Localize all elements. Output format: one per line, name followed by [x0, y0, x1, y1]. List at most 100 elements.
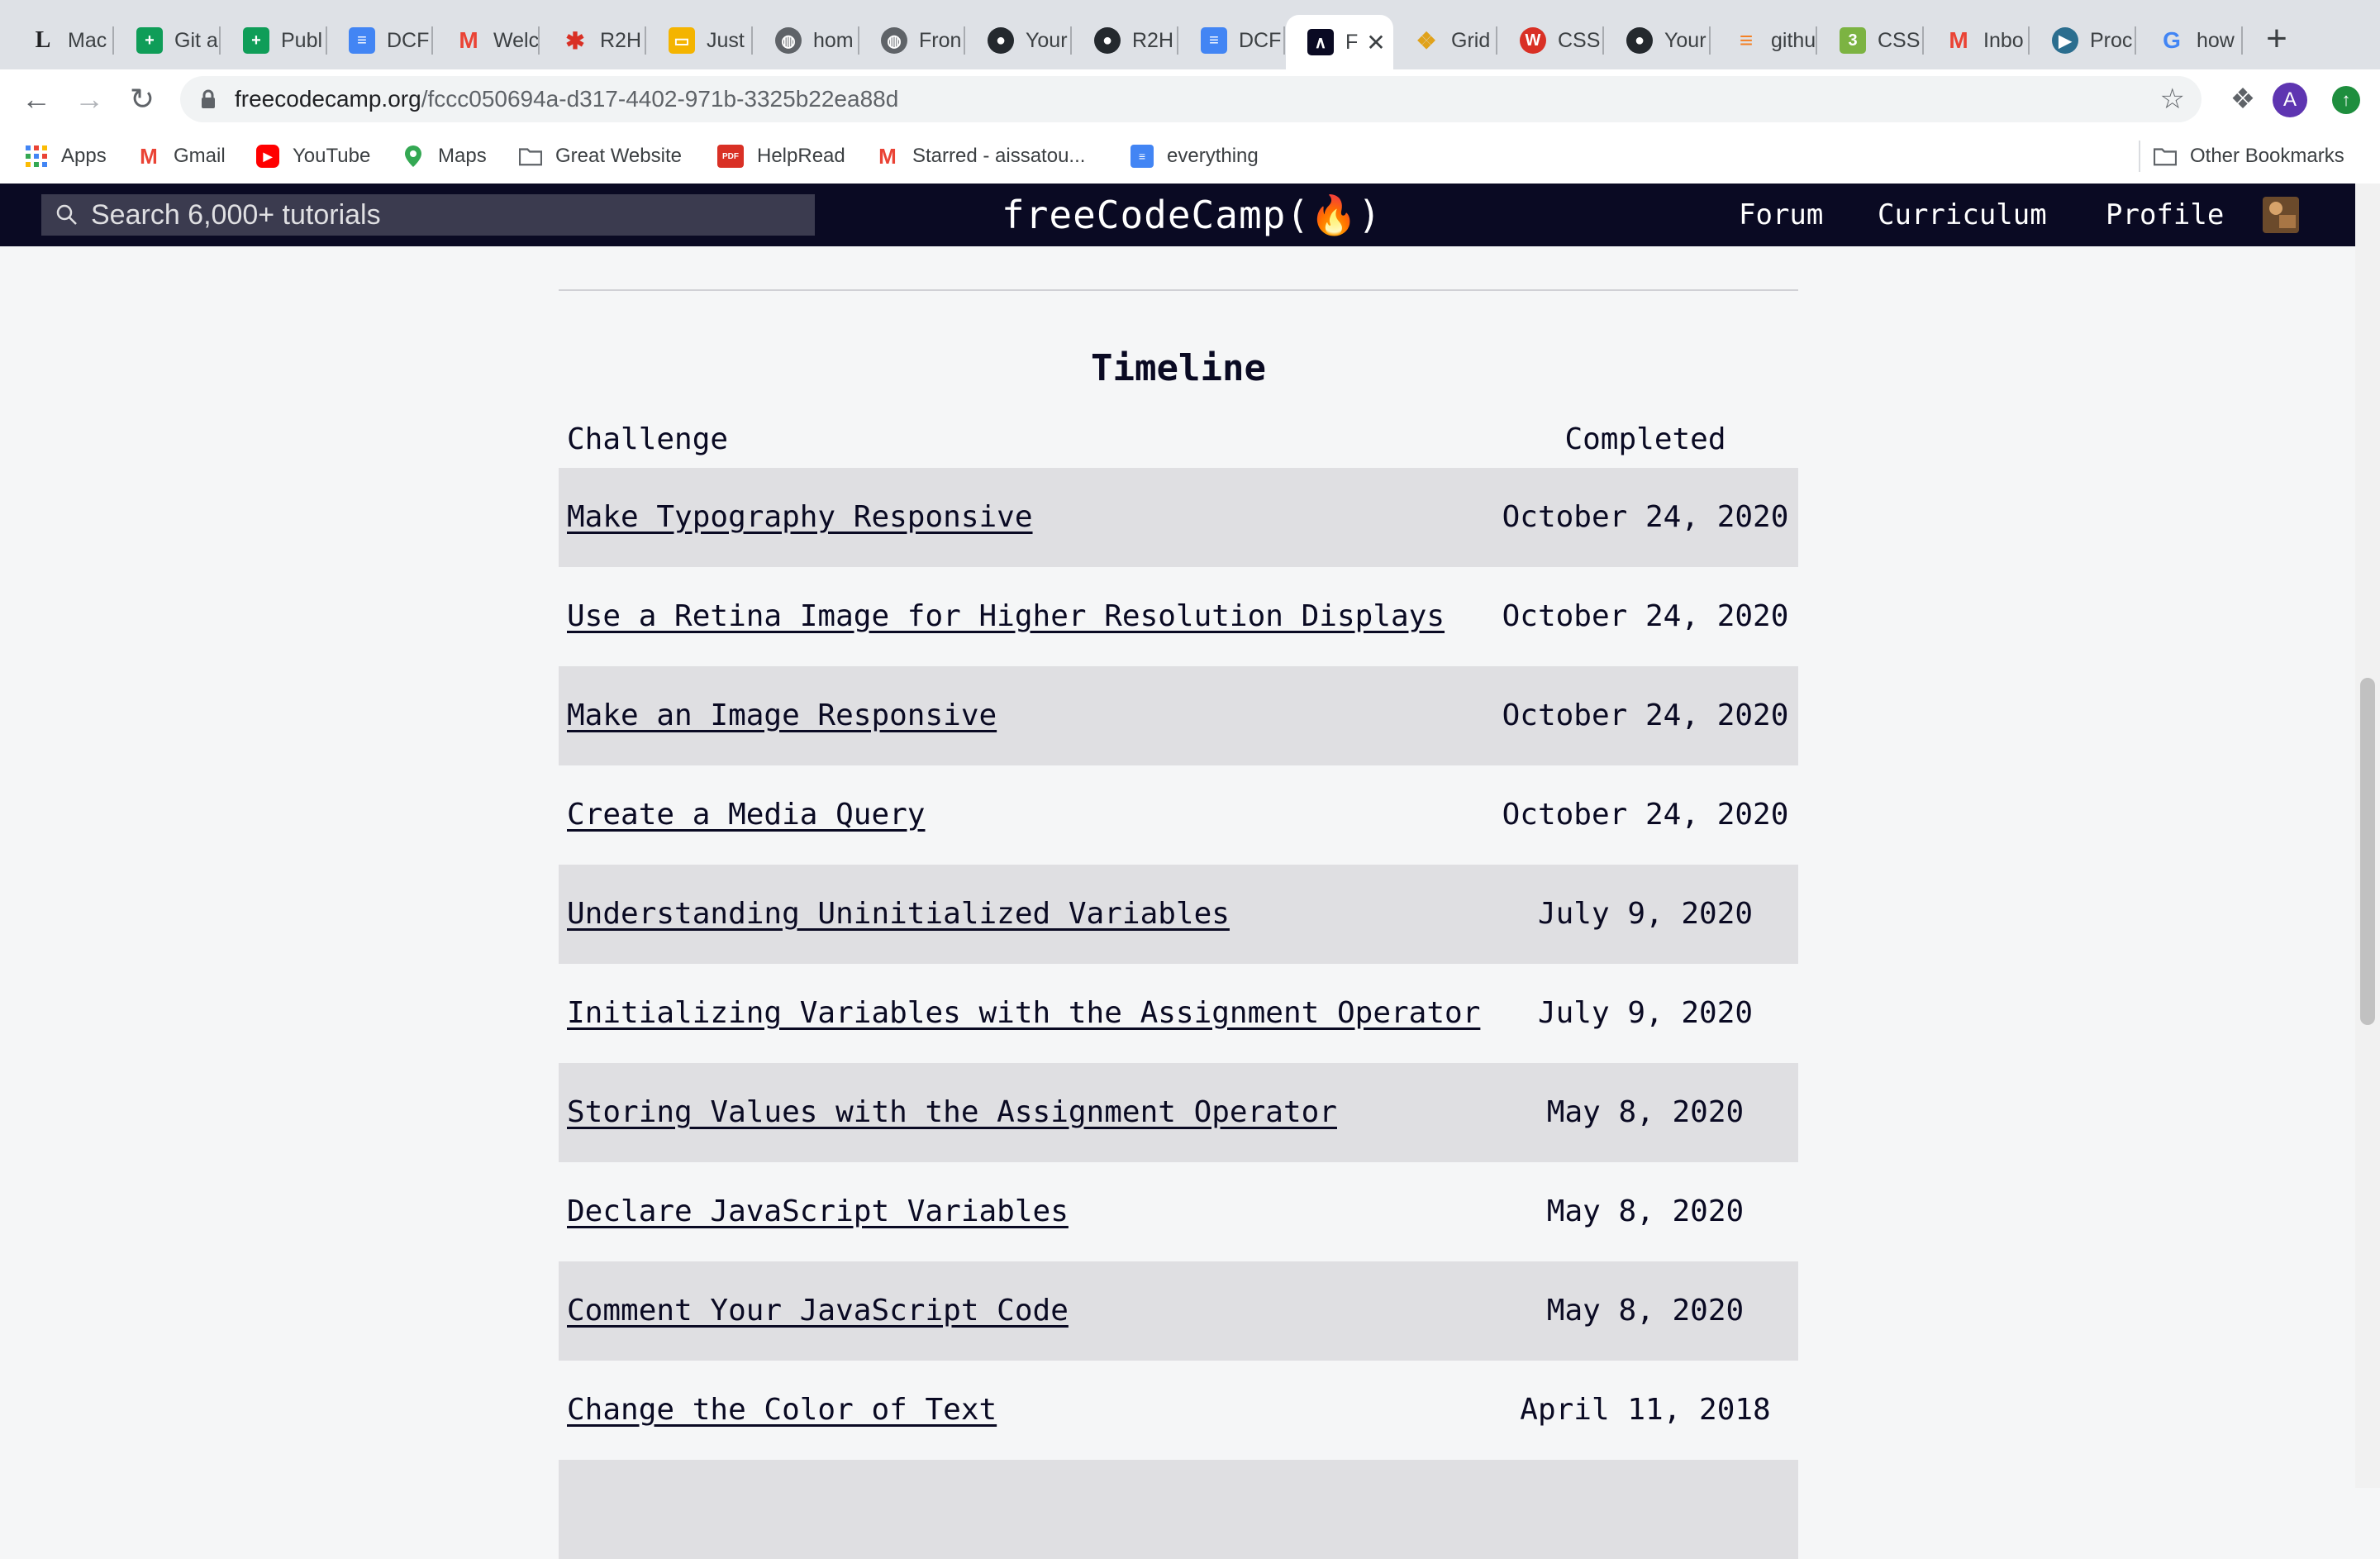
challenge-link[interactable]: Change the Color of Text: [567, 1361, 997, 1460]
slides-favicon-icon: ▭: [669, 27, 695, 54]
browser-tab[interactable]: ● Your: [966, 17, 1072, 64]
other-bookmarks[interactable]: Other Bookmarks: [2154, 129, 2344, 184]
browser-tab[interactable]: M Welc: [434, 17, 540, 64]
bookmark-starred[interactable]: M Starred - aissatou...: [876, 129, 1085, 184]
tab-title: Grid: [1451, 28, 1491, 52]
challenge-link[interactable]: Make Typography Responsive: [567, 468, 1033, 567]
css3-favicon-icon: 3: [1840, 27, 1866, 54]
challenge-link[interactable]: Comment Your JavaScript Code: [567, 1261, 1069, 1361]
back-arrow-icon[interactable]: ←: [17, 79, 56, 119]
challenge-link[interactable]: Storing Values with the Assignment Opera…: [567, 1063, 1337, 1162]
bookmark-helpread[interactable]: PDF HelpRead: [717, 129, 845, 184]
browser-tab[interactable]: ≡ githu: [1711, 17, 1817, 64]
challenge-link[interactable]: Create a Media Query: [567, 765, 925, 865]
folder-icon: [2154, 145, 2177, 168]
bookmark-label: everything: [1167, 145, 1259, 167]
table-row: [559, 1460, 1798, 1559]
tab-title: CSS: [1878, 28, 1921, 52]
google-favicon-icon: G: [2163, 27, 2181, 53]
bookmark-label: Great Website: [555, 145, 682, 167]
browser-tab[interactable]: M Inbo: [1924, 17, 2030, 64]
challenge-link[interactable]: Make an Image Responsive: [567, 666, 997, 765]
stackoverflow-favicon-icon: ≡: [1739, 27, 1754, 53]
bookmark-everything[interactable]: ≡ everything: [1130, 129, 1259, 184]
browser-tab[interactable]: 3 CSS: [1818, 17, 1924, 64]
completed-date: October 24, 2020: [1502, 698, 1789, 732]
challenge-link[interactable]: Declare JavaScript Variables: [567, 1162, 1069, 1261]
browser-tab[interactable]: Ghow: [2137, 17, 2243, 64]
browser-tab[interactable]: + Publ: [221, 17, 327, 64]
browser-tab[interactable]: L Mac: [8, 17, 114, 64]
close-tab-icon[interactable]: ✕: [1366, 29, 1385, 56]
browser-tab[interactable]: ● R2H: [1073, 17, 1178, 64]
nav-forum-link[interactable]: Forum: [1739, 184, 1823, 246]
browser-tab[interactable]: ▭ Just: [647, 17, 753, 64]
user-avatar[interactable]: [2263, 197, 2299, 233]
fcc-favicon-icon: ∧: [1307, 29, 1334, 55]
docs-icon: ≡: [1130, 145, 1154, 168]
bookmark-label: Apps: [61, 145, 107, 167]
completed-date: July 9, 2020: [1537, 996, 1754, 1030]
bookmark-maps[interactable]: Maps: [402, 129, 487, 184]
table-row: Change the Color of Text April 11, 2018: [559, 1361, 1798, 1460]
folder-icon: [519, 145, 542, 168]
bookmark-label: Gmail: [174, 145, 226, 167]
address-bar[interactable]: freecodecamp.org/fccc050694a-d317-4402-9…: [180, 76, 2202, 122]
browser-tab-active[interactable]: ∧ F ✕: [1286, 15, 1393, 69]
bookmark-label: YouTube: [293, 145, 371, 167]
youtube-icon: ▶: [256, 145, 279, 168]
bookmark-gmail[interactable]: M Gmail: [137, 129, 226, 184]
column-header-challenge: Challenge: [567, 422, 729, 456]
tab-title: Your: [1026, 28, 1068, 52]
bookmark-star-icon[interactable]: ☆: [2160, 83, 2185, 116]
nav-curriculum-link[interactable]: Curriculum: [1878, 184, 2047, 246]
github-favicon-icon: ●: [1626, 27, 1653, 54]
tab-title: DCF: [387, 28, 430, 52]
browser-toolbar: ← → ↻ freecodecamp.org/fccc050694a-d317-…: [0, 69, 2380, 129]
tab-title: DCF: [1239, 28, 1282, 52]
new-tab-button[interactable]: +: [2256, 18, 2297, 60]
bookmark-youtube[interactable]: ▶ YouTube: [256, 129, 370, 184]
fcc-logo[interactable]: freeCodeCamp(🔥): [1002, 184, 1382, 246]
browser-tab[interactable]: ✱ R2H: [540, 17, 646, 64]
table-row: Make Typography Responsive October 24, 20…: [559, 468, 1798, 567]
profile-avatar[interactable]: A: [2273, 83, 2307, 117]
browser-tab[interactable]: ≡ DCF: [327, 17, 433, 64]
bookmark-label: Other Bookmarks: [2190, 145, 2344, 167]
forward-arrow-icon[interactable]: →: [69, 79, 109, 119]
completed-date: [1492, 1460, 1798, 1559]
globe-favicon-icon: ◍: [881, 27, 907, 54]
section-divider: [559, 289, 1798, 291]
extensions-puzzle-icon[interactable]: ❖: [2225, 81, 2261, 117]
pdf-icon: PDF: [717, 145, 744, 168]
challenge-link[interactable]: Understanding Uninitialized Variables: [567, 865, 1230, 964]
challenge-link[interactable]: Initializing Variables with the Assignme…: [567, 964, 1480, 1063]
challenge-link[interactable]: Use a Retina Image for Higher Resolution…: [567, 567, 1445, 666]
sheets-favicon-icon: +: [136, 27, 163, 54]
search-placeholder: Search 6,000+ tutorials: [91, 199, 381, 231]
sheets-favicon-icon: +: [243, 27, 269, 54]
search-input[interactable]: Search 6,000+ tutorials: [41, 194, 815, 236]
nav-profile-link[interactable]: Profile: [2106, 184, 2224, 246]
tab-title: githu: [1771, 28, 1816, 52]
reload-icon[interactable]: ↻: [122, 79, 162, 119]
browser-tab[interactable]: ▶ Proc: [2030, 17, 2136, 64]
globe-favicon-icon: ◍: [775, 27, 802, 54]
url-path: /fccc050694a-d317-4402-971b-3325b22ea88d: [421, 86, 899, 112]
browser-tab[interactable]: ❖ Grid: [1392, 17, 1497, 64]
browser-tab[interactable]: W CSS: [1498, 17, 1604, 64]
browser-tab[interactable]: ◍ hom: [754, 17, 859, 64]
table-row: Initializing Variables with the Assignme…: [559, 964, 1798, 1063]
update-arrow-icon[interactable]: ↑: [2332, 86, 2360, 114]
bookmark-great-website[interactable]: Great Website: [519, 129, 682, 184]
browser-tab[interactable]: + Git a: [115, 17, 221, 64]
browser-tab[interactable]: ≡ DCF: [1179, 17, 1285, 64]
completed-date: May 8, 2020: [1546, 1095, 1745, 1129]
browser-tab[interactable]: ◍ Fron: [859, 17, 965, 64]
bookmark-apps[interactable]: Apps: [25, 129, 107, 184]
bookmarks-bar: Apps M Gmail ▶ YouTube Maps Great Website …: [0, 129, 2380, 184]
tab-title: CSS: [1558, 28, 1601, 52]
page-scrollbar-thumb[interactable]: [2360, 678, 2375, 1025]
browser-tab[interactable]: ● Your: [1605, 17, 1711, 64]
completed-date: July 9, 2020: [1537, 897, 1754, 931]
